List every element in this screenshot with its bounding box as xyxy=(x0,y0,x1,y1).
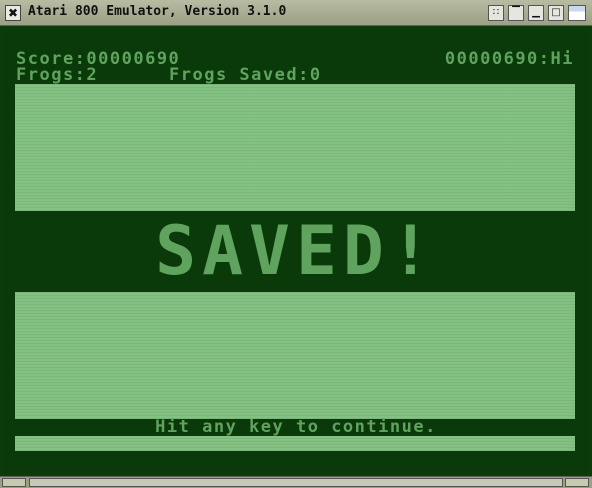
scroll-left-button[interactable] xyxy=(2,478,26,487)
close-icon[interactable]: ✖ xyxy=(5,5,21,21)
window-title: Atari 800 Emulator, Version 3.1.0 xyxy=(28,4,287,19)
emulator-window: ✖ Atari 800 Emulator, Version 3.1.0 ∷ ▔ … xyxy=(0,0,592,488)
scroll-thumb[interactable] xyxy=(29,478,563,487)
emulator-screen[interactable]: Score:00000690 00000690:Hi Frogs:2 Frogs… xyxy=(4,27,588,475)
horizontal-scrollbar[interactable] xyxy=(0,476,592,488)
window-menu-icon[interactable] xyxy=(568,5,586,21)
minimize-icon[interactable]: ▁ xyxy=(528,5,544,21)
frogs-saved: Frogs Saved:0 xyxy=(169,65,322,85)
maximize-icon[interactable]: □ xyxy=(548,5,564,21)
lower-field xyxy=(15,292,575,419)
title-bar[interactable]: ✖ Atari 800 Emulator, Version 3.1.0 ∷ ▔ … xyxy=(0,0,592,26)
shade-icon[interactable]: ▔ xyxy=(508,5,524,21)
hiscore-display: 00000690:Hi xyxy=(444,49,574,69)
saved-banner: SAVED! xyxy=(155,212,437,291)
sticky-icon[interactable]: ∷ xyxy=(488,5,504,21)
upper-field xyxy=(15,84,575,211)
frogs-remaining: Frogs:2 xyxy=(16,65,99,85)
bottom-strip xyxy=(15,436,575,451)
scroll-right-button[interactable] xyxy=(565,478,589,487)
continue-prompt: Hit any key to continue. xyxy=(155,417,437,437)
